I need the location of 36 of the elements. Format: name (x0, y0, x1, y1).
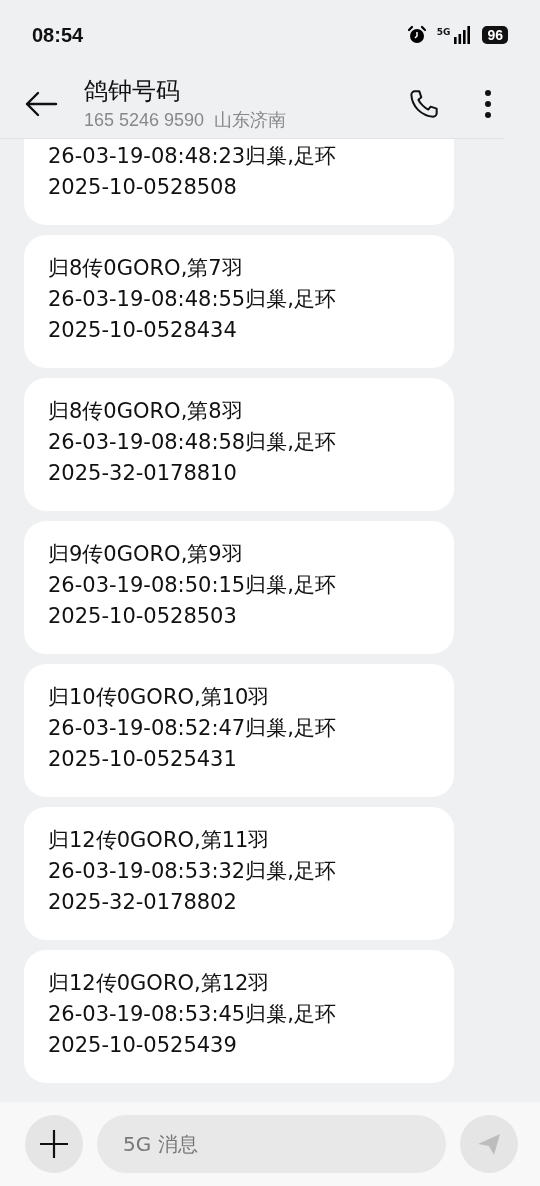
message-line: 26-03-19-08:53:32归巢,足环 (48, 858, 337, 885)
message-line: 26-03-19-08:48:58归巢,足环 (48, 429, 337, 456)
call-button[interactable] (408, 88, 440, 120)
message-input[interactable]: 5G 消息 (97, 1115, 446, 1173)
network-label: 5G (436, 27, 451, 37)
send-icon (476, 1131, 502, 1157)
alarm-icon (406, 25, 427, 45)
message-line: 2025-10-0525431 (48, 746, 238, 773)
more-icon (484, 89, 492, 119)
message-line: 26-03-19-08:48:23归巢,足环 (48, 143, 337, 170)
message-line: 归9传0GORO,第9羽 (48, 541, 244, 568)
more-button[interactable] (484, 89, 492, 119)
message-line: 2025-10-0525439 (48, 1032, 238, 1059)
message-line: 2025-32-0178802 (48, 889, 238, 916)
battery-level: 96 (482, 26, 508, 44)
message-line: 归8传0GORO,第7羽 (48, 255, 244, 282)
message-line: 归8传0GORO,第8羽 (48, 398, 244, 425)
contact-number: 165 5246 9590 山东济南 (84, 109, 288, 132)
contact-name: 鸽钟号码 (84, 76, 181, 107)
signal-icon (454, 26, 471, 44)
message-line: 归10传0GORO,第10羽 (48, 684, 271, 711)
message-line: 2025-10-0528503 (48, 603, 238, 630)
message-line: 26-03-19-08:52:47归巢,足环 (48, 715, 337, 742)
message-line: 归12传0GORO,第11羽 (48, 827, 271, 854)
message-line: 2025-10-0528508 (48, 174, 238, 201)
message-line: 2025-10-0528434 (48, 317, 238, 344)
plus-icon (39, 1129, 69, 1159)
back-arrow-icon (24, 91, 58, 117)
message-line: 26-03-19-08:50:15归巢,足环 (48, 572, 337, 599)
back-button[interactable] (24, 91, 58, 117)
status-time: 08:54 (32, 23, 84, 47)
message-line: 26-03-19-08:53:45归巢,足环 (48, 1001, 337, 1028)
message-line: 2025-32-0178810 (48, 460, 238, 487)
phone-icon (408, 88, 440, 120)
message-line: 26-03-19-08:48:55归巢,足环 (48, 286, 337, 313)
message-line: 归12传0GORO,第12羽 (48, 970, 271, 997)
